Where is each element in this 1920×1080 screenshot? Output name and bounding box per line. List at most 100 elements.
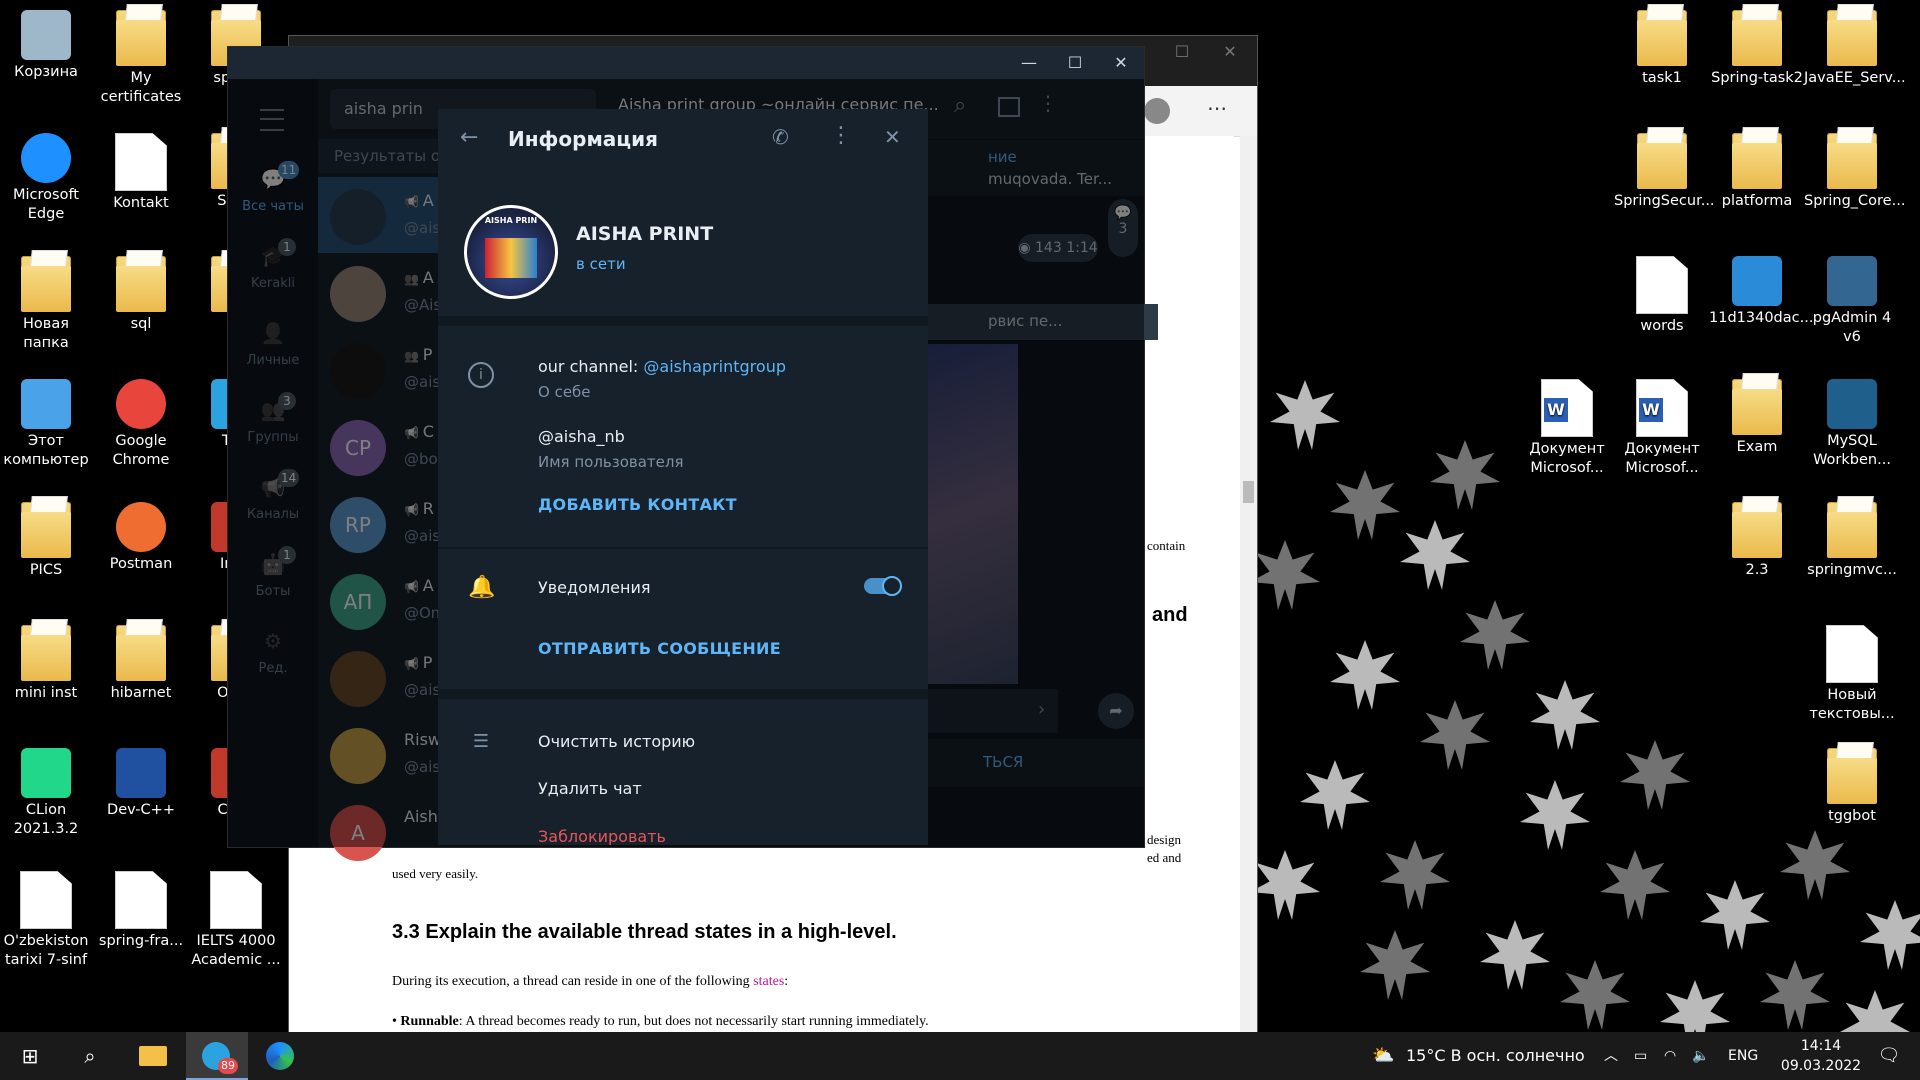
desktop-icon[interactable]: platforma — [1709, 133, 1805, 211]
folder-icon — [1732, 133, 1782, 189]
desktop-icon[interactable]: 2.3 — [1709, 502, 1805, 580]
scrollbar[interactable] — [1240, 136, 1257, 1034]
block-button[interactable]: Заблокировать — [538, 827, 666, 845]
username-value[interactable]: @aisha_nb — [538, 427, 625, 446]
desktop-icon[interactable]: hibarnet — [93, 625, 189, 703]
wifi-icon[interactable]: ◠ — [1664, 1032, 1676, 1080]
close-icon[interactable]: ✕ — [1207, 36, 1253, 68]
avatar[interactable] — [1144, 98, 1170, 124]
info-header: ← Информация ✆ ⋮ ✕ — [438, 109, 928, 169]
desktop-icon[interactable]: CLion 2021.3.2 — [0, 748, 94, 839]
desktop-icon[interactable]: Postman — [93, 502, 189, 574]
paragraph-link[interactable]: states — [753, 974, 784, 989]
phone-icon[interactable]: ✆ — [772, 125, 789, 149]
desktop-icon[interactable]: MySQL Workben... — [1804, 379, 1900, 470]
info-icon: i — [468, 362, 494, 388]
folder-icon — [1827, 502, 1877, 558]
search-icon[interactable]: ⌕ — [75, 1032, 105, 1080]
volume-icon[interactable]: 🔈 — [1692, 1032, 1709, 1080]
battery-icon[interactable]: ▭ — [1634, 1032, 1647, 1080]
leaf-shape — [1560, 960, 1630, 1030]
desktop-icon-label: My certificates — [100, 70, 182, 105]
weather-text[interactable]: 15°C В осн. солнечно — [1406, 1032, 1585, 1080]
desktop-icon[interactable]: Новый текстовы... — [1804, 625, 1900, 724]
weather-icon[interactable]: ⛅ — [1372, 1032, 1398, 1080]
divider — [438, 316, 928, 326]
leaf-shape — [1250, 540, 1320, 610]
desktop-icon[interactable]: Корзина — [0, 10, 94, 82]
desktop-icon[interactable]: W Документ Microsof... — [1519, 379, 1615, 478]
desktop-icon[interactable]: SpringSecur... — [1614, 133, 1715, 211]
notifications-toggle[interactable] — [864, 576, 902, 596]
desktop-icon[interactable]: Microsoft Edge — [0, 133, 94, 224]
word-icon: W — [1636, 379, 1688, 437]
language-indicator[interactable]: ENG — [1728, 1032, 1758, 1080]
bio-label: О себе — [538, 383, 591, 401]
desktop-icon[interactable]: words — [1614, 256, 1710, 336]
desktop-icon[interactable]: Новая папка — [0, 256, 94, 353]
bio-link[interactable]: @aishaprintgroup — [643, 357, 786, 376]
bullet-item: • Runnable: A thread becomes ready to ru… — [392, 1014, 929, 1029]
bell-icon: 🔔 — [468, 575, 496, 600]
close-icon[interactable]: ✕ — [1098, 47, 1144, 79]
document-icon — [115, 133, 167, 191]
tray-chevron-icon[interactable]: ︿ — [1604, 1032, 1618, 1080]
unread-badge: 89 — [218, 1058, 238, 1074]
document-icon — [1826, 625, 1878, 683]
desktop-icon[interactable]: W Документ Microsof... — [1614, 379, 1710, 478]
desktop-icon[interactable]: 11d1340dac... — [1709, 256, 1813, 328]
desktop-icon[interactable]: PICS — [0, 502, 94, 580]
bullet-text: : A thread becomes ready to run, but doe… — [458, 1014, 929, 1029]
clock-time[interactable]: 14:14 — [1776, 1036, 1866, 1056]
leaf-shape — [1270, 380, 1340, 450]
desktop-icon[interactable]: O'zbekiston tarixi 7-sinf — [0, 871, 94, 970]
edge-icon[interactable] — [262, 1032, 296, 1080]
maximize-icon[interactable]: ☐ — [1052, 47, 1098, 79]
pdf-icon — [115, 871, 167, 929]
clock-date[interactable]: 09.03.2022 — [1776, 1056, 1866, 1076]
leaf-shape — [1480, 920, 1550, 990]
desktop-icon[interactable]: Kontakt — [93, 133, 189, 213]
desktop-icon[interactable]: spring-fra... — [93, 871, 189, 951]
more-icon[interactable]: ⋮ — [830, 123, 852, 148]
add-contact-button[interactable]: ДОБАВИТЬ КОНТАКТ — [538, 495, 737, 514]
back-arrow-icon[interactable]: ← — [460, 125, 478, 150]
minimize-icon[interactable]: — — [1006, 47, 1052, 79]
desktop-icon[interactable]: Этот компьютер — [0, 379, 94, 470]
delete-chat-button[interactable]: Удалить чат — [538, 779, 642, 798]
scrollbar-thumb[interactable] — [1243, 481, 1254, 503]
folder-icon — [116, 256, 166, 312]
desktop-icon-label: MySQL Workben... — [1813, 433, 1891, 468]
desktop-icon[interactable]: Exam — [1709, 379, 1805, 457]
desktop-icon[interactable]: Dev-C++ — [93, 748, 189, 820]
desktop-icon-label: Корзина — [14, 64, 78, 80]
desktop-icon[interactable]: My certificates — [93, 10, 189, 107]
send-message-button[interactable]: ОТПРАВИТЬ СООБЩЕНИЕ — [538, 639, 781, 658]
desktop-icon[interactable]: IELTS 4000 Academic ... — [188, 871, 284, 970]
more-icon[interactable]: ⋯ — [1207, 96, 1227, 120]
desktop-icon[interactable]: tggbot — [1804, 748, 1900, 826]
close-icon[interactable]: ✕ — [884, 125, 901, 149]
desktop-icon[interactable]: springmvc... — [1804, 502, 1900, 580]
image-icon — [1732, 256, 1782, 306]
windows-start-icon[interactable]: ⊞ — [14, 1032, 46, 1080]
recycle-bin-icon — [21, 10, 71, 60]
desktop-icon[interactable]: pgAdmin 4 v6 — [1804, 256, 1900, 347]
bullet-term: Runnable — [400, 1014, 459, 1029]
clear-history-button[interactable]: Очистить историю — [538, 732, 695, 751]
desktop-icon[interactable]: mini inst — [0, 625, 94, 703]
desktop-icon[interactable]: Spring_Core... — [1804, 133, 1905, 211]
telegram-taskbar-icon[interactable]: 89 — [186, 1032, 248, 1080]
desktop-icon[interactable]: task1 — [1614, 10, 1710, 88]
profile-avatar[interactable]: AISHA PRIN — [464, 205, 558, 299]
desktop-icon-label: Kontakt — [113, 195, 169, 211]
desktop-icon[interactable]: Spring-task2 — [1709, 10, 1805, 88]
maximize-icon[interactable]: ☐ — [1159, 36, 1205, 68]
text-fragment: contain — [1147, 538, 1186, 553]
file-explorer-icon[interactable] — [136, 1032, 170, 1080]
desktop-icon[interactable]: sql — [93, 256, 189, 334]
desktop-icon[interactable]: Google Chrome — [93, 379, 189, 470]
desktop-icon-label: Microsoft Edge — [13, 187, 79, 222]
notifications-icon[interactable]: 🗨 — [1874, 1032, 1904, 1080]
desktop-icon[interactable]: JavaEE_Serv... — [1804, 10, 1906, 88]
